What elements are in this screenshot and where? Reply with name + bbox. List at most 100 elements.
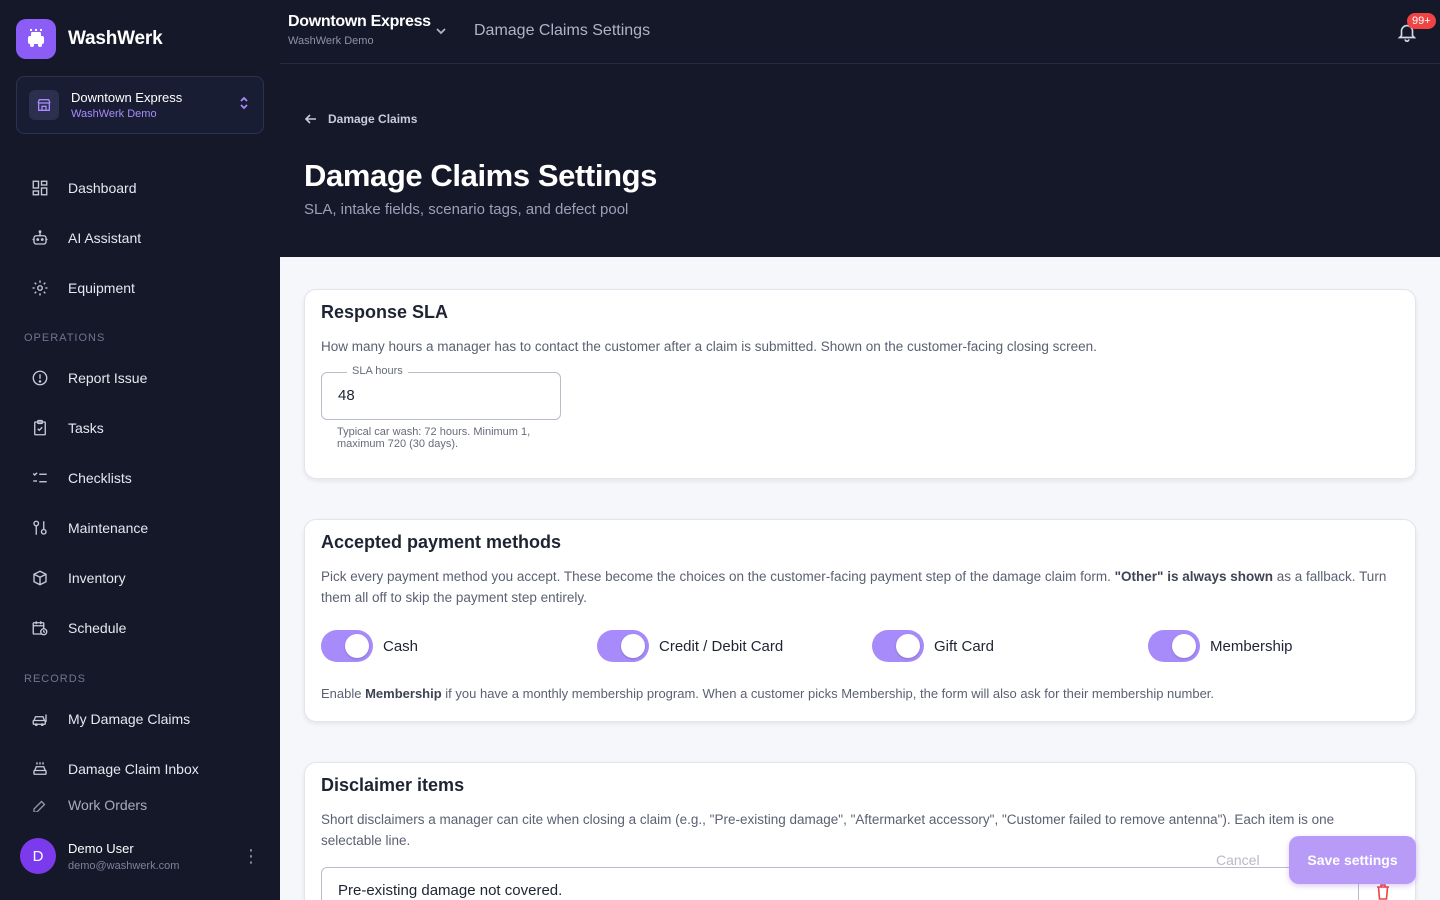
clipboard-check-icon	[34, 419, 46, 436]
user-menu[interactable]: D Demo User demo@washwerk.com ⋮	[0, 812, 280, 900]
toggle-membership[interactable]: Membership	[1148, 630, 1293, 662]
membership-note: Enable Membership if you have a monthly …	[321, 686, 1214, 701]
note-emphasis: Membership	[365, 686, 442, 701]
toggle-cash[interactable]: Cash	[321, 630, 418, 662]
sla-hours-value: 48	[338, 387, 355, 404]
disclaimer-item-input[interactable]: Pre-existing damage not covered.	[321, 867, 1359, 900]
nav-item-report-issue[interactable]: Report Issue	[16, 356, 264, 400]
section-label-operations: OPERATIONS	[24, 332, 106, 344]
gear-icon	[32, 280, 48, 296]
store-icon	[29, 90, 59, 120]
disclaimer-card-title: Disclaimer items	[321, 775, 465, 795]
topbar-location-name: Downtown Express	[288, 13, 431, 30]
user-name: Demo User	[68, 840, 134, 856]
nav-item-damage-claim-inbox[interactable]: Damage Claim Inbox	[16, 747, 264, 791]
user-email: demo@washwerk.com	[68, 859, 180, 872]
nav-label: Work Orders	[68, 797, 148, 813]
toggle-gift-card[interactable]: Gift Card	[872, 630, 994, 662]
nav-label: Damage Claim Inbox	[68, 761, 199, 777]
back-link[interactable]: Damage Claims	[304, 112, 417, 126]
page-title: Damage Claims Settings	[304, 158, 657, 193]
trash-icon[interactable]	[1375, 883, 1391, 900]
alert-circle-icon	[32, 370, 48, 386]
car-wash-icon	[32, 714, 47, 727]
calendar-clock-icon	[32, 621, 48, 636]
disclaimer-item-value: Pre-existing damage not covered.	[338, 882, 563, 899]
top-bar: Downtown Express WashWerk Demo Damage Cl…	[280, 0, 1440, 64]
nav-item-maintenance[interactable]: Maintenance	[16, 506, 264, 550]
back-label: Damage Claims	[328, 112, 418, 126]
section-label-records: RECORDS	[24, 673, 87, 685]
car-wash-logo-icon	[16, 19, 56, 59]
checklist-icon	[32, 472, 47, 483]
arrow-left-icon	[304, 114, 316, 124]
topbar-page-title: Damage Claims Settings	[474, 22, 651, 39]
disclaimer-items-card: Disclaimer items Short disclaimers a man…	[304, 762, 1416, 900]
nav-label: Maintenance	[68, 520, 149, 536]
nav-label: Checklists	[68, 470, 132, 486]
robot-icon	[32, 230, 48, 245]
car-inbox-icon	[33, 762, 47, 775]
page-header: Damage Claims Damage Claims Settings SLA…	[280, 64, 1440, 257]
nav-label: Equipment	[68, 280, 135, 296]
dashboard-icon	[32, 180, 48, 196]
location-org: WashWerk Demo	[71, 108, 157, 120]
nav-item-my-damage-claims[interactable]: My Damage Claims	[16, 697, 264, 741]
toggle-label: Credit / Debit Card	[659, 637, 784, 655]
sla-card: Response SLA How many hours a manager ha…	[304, 289, 1416, 479]
toggle-label: Gift Card	[934, 637, 995, 655]
toggle-switch[interactable]	[1148, 630, 1200, 662]
chevron-down-icon[interactable]	[434, 24, 448, 43]
nav-label: Schedule	[68, 620, 127, 636]
sla-hours-helper: Typical car wash: 72 hours. Minimum 1, m…	[337, 426, 531, 450]
sla-hours-input[interactable]: SLA hours 48	[321, 365, 561, 420]
payment-desc-part: Pick every payment method you accept. Th…	[321, 569, 1115, 584]
toggle-credit-debit-card[interactable]: Credit / Debit Card	[597, 630, 783, 662]
nav-item-schedule[interactable]: Schedule	[16, 606, 264, 650]
save-settings-button[interactable]: Save settings	[1289, 836, 1416, 884]
brand[interactable]: WashWerk	[16, 19, 163, 59]
sidebar: WashWerk Downtown Express WashWerk Demo …	[0, 0, 280, 900]
topbar-location-selector[interactable]: Downtown Express WashWerk Demo	[288, 13, 431, 47]
nav-item-tasks[interactable]: Tasks	[16, 406, 264, 450]
nav-item-dashboard[interactable]: Dashboard	[16, 166, 264, 210]
nav-label: My Damage Claims	[68, 711, 191, 727]
payment-card-title: Accepted payment methods	[321, 532, 562, 552]
nav-item-ai-assistant[interactable]: AI Assistant	[16, 216, 264, 260]
payment-desc-emphasis: "Other" is always shown	[1114, 569, 1274, 584]
nav-label: AI Assistant	[68, 230, 142, 246]
more-vertical-icon[interactable]: ⋮	[242, 846, 260, 867]
chevron-up-down-icon	[237, 95, 251, 116]
toggle-switch[interactable]	[597, 630, 649, 662]
location-name: Downtown Express	[71, 90, 183, 105]
avatar: D	[20, 838, 56, 874]
nav-label: Dashboard	[68, 180, 137, 196]
box-icon	[33, 570, 47, 586]
sla-card-description: How many hours a manager has to contact …	[321, 339, 1097, 354]
toggle-label: Cash	[383, 637, 419, 655]
sla-hours-label: SLA hours	[347, 365, 408, 377]
payment-methods-card: Accepted payment methods Pick every paym…	[304, 519, 1416, 722]
nav-label: Inventory	[68, 570, 126, 586]
nav-item-checklists[interactable]: Checklists	[16, 456, 264, 500]
payment-toggles: Cash Credit / Debit Card Gift Card Membe…	[321, 630, 1421, 666]
note-part: Enable	[321, 686, 366, 701]
payment-card-description: Pick every payment method you accept. Th…	[321, 566, 1391, 608]
topbar-location-org: WashWerk Demo	[288, 35, 374, 47]
disclaimer-card-description: Short disclaimers a manager can cite whe…	[321, 812, 1335, 848]
page-subtitle: SLA, intake fields, scenario tags, and d…	[304, 201, 629, 218]
cancel-button[interactable]: Cancel	[1216, 852, 1260, 868]
note-part: if you have a monthly membership program…	[441, 686, 1215, 701]
wrench-icon	[33, 520, 47, 535]
nav-label: Tasks	[68, 420, 104, 436]
nav-item-inventory[interactable]: Inventory	[16, 556, 264, 600]
nav-label: Report Issue	[68, 370, 148, 386]
notification-badge: 99+	[1407, 13, 1436, 29]
toggle-switch[interactable]	[872, 630, 924, 662]
sla-card-title: Response SLA	[321, 302, 449, 322]
brand-name: WashWerk	[68, 28, 163, 49]
nav-item-equipment[interactable]: Equipment	[16, 266, 264, 310]
toggle-label: Membership	[1210, 637, 1293, 655]
toggle-switch[interactable]	[321, 630, 373, 662]
location-switcher[interactable]: Downtown Express WashWerk Demo	[16, 76, 264, 134]
